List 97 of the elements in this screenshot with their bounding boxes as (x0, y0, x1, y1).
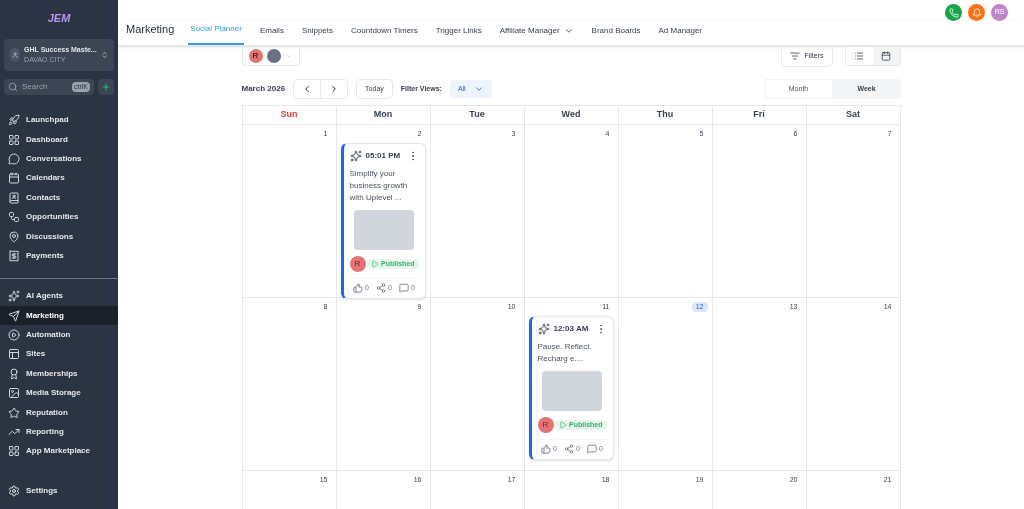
nav-label: Memberships (26, 367, 78, 380)
chat-icon (8, 152, 20, 165)
play-circle-icon (8, 329, 20, 342)
list-icon (854, 51, 864, 62)
receipt-icon (8, 249, 20, 262)
nav-label: Media Storage (26, 387, 81, 400)
nav-item[interactable]: Discussions (0, 226, 118, 247)
notifications-button[interactable] (968, 4, 985, 21)
nav-tab[interactable]: Affiliate Manager (497, 25, 576, 45)
weekday-header: Tue (430, 106, 525, 125)
nav-label: Calendars (26, 172, 65, 185)
nav-item[interactable]: Reputation (0, 402, 118, 423)
logo: JEM (47, 11, 71, 26)
nav-label: Marketing (26, 309, 64, 322)
nav-label: Sites (26, 348, 46, 361)
weekday-header: Sun (242, 106, 337, 125)
nav-item[interactable]: Sites (0, 344, 118, 365)
user-icon (10, 47, 21, 62)
nav-tab[interactable]: Ad Manager (656, 25, 705, 45)
nav-tab[interactable]: Trigger Links (433, 25, 484, 45)
caret-icon (563, 26, 574, 36)
nav-item[interactable]: Media Storage (0, 383, 118, 403)
settings-icon (8, 485, 20, 497)
post-text: Pause. Reflect. Recharg e.... (537, 341, 593, 365)
post-text: Simplify your business growth with Uplevel ... (349, 168, 409, 204)
nav-tab[interactable]: Snippets (299, 25, 336, 45)
nav-label: Contacts (26, 191, 61, 204)
pin-icon (8, 230, 20, 243)
nav-tab[interactable]: Countdown Timers (349, 25, 420, 45)
nav-label: Reporting (26, 426, 64, 439)
account-selector[interactable]: R (241, 46, 300, 66)
nav-item[interactable]: Payments (0, 246, 118, 266)
nav-item[interactable]: Contacts (0, 188, 118, 208)
add-button[interactable] (98, 78, 114, 95)
grid-icon (8, 133, 20, 146)
weekday-header: Fri (712, 106, 807, 125)
nav-item[interactable]: AI Agents (0, 286, 118, 306)
photo-placeholder (542, 371, 602, 411)
weekday-header: Sat (806, 106, 901, 125)
nav-item[interactable]: Marketing (0, 306, 118, 326)
star-icon (8, 406, 20, 419)
nav-label: Settings (26, 485, 58, 497)
nav-label: Discussions (26, 230, 74, 243)
weekday-header: Mon (336, 106, 431, 125)
filter-icon (790, 51, 801, 62)
nav-item[interactable]: Settings (0, 485, 118, 497)
sparkles-icon (349, 150, 362, 162)
nav-label: App Marketplace (26, 445, 91, 458)
calendar-icon (881, 51, 891, 62)
post-time: 12:03 AM (553, 323, 589, 335)
award-icon (8, 367, 20, 380)
rocket-icon (8, 114, 20, 127)
layout-icon (8, 348, 20, 361)
nav-label: Conversations (26, 152, 82, 165)
author-avatar: R (349, 256, 366, 272)
nav-item[interactable]: Reporting (0, 422, 118, 442)
search-field[interactable]: Search (22, 80, 66, 93)
post-time: 05:01 PM (365, 150, 401, 162)
nav-item[interactable]: Conversations (0, 149, 118, 169)
nav-label: Automation (26, 329, 71, 342)
send-icon (8, 309, 20, 322)
phone-button[interactable] (945, 4, 962, 21)
account-avatar (266, 48, 281, 63)
calendar-view-button[interactable] (872, 47, 900, 66)
weekday-header: Wed (524, 106, 619, 125)
sparkles-icon (8, 290, 20, 303)
nav-item[interactable]: Opportunities (0, 207, 118, 227)
nav-label: Dashboard (26, 133, 68, 146)
phone-icon (948, 7, 959, 18)
calendar-icon (8, 172, 20, 185)
workflow-icon (8, 211, 20, 224)
nav-item[interactable]: Calendars (0, 168, 118, 189)
nav-item[interactable]: Memberships (0, 364, 118, 384)
grid-icon (8, 445, 20, 458)
page-title: Marketing (126, 21, 175, 37)
image-icon (8, 387, 20, 400)
nav-label: Launchpad (26, 114, 69, 127)
month-label: March 2026 (241, 82, 286, 95)
nav-label: Payments (26, 249, 64, 262)
nav-item[interactable]: App Marketplace (0, 441, 118, 462)
nav-tab[interactable]: Emails (257, 25, 286, 45)
author-avatar: R (537, 417, 554, 433)
nav-label: AI Agents (26, 290, 64, 303)
sparkles-icon (537, 323, 550, 335)
weekday-header: Thu (618, 106, 713, 125)
search-icon (8, 81, 18, 92)
bell-icon (971, 7, 982, 18)
nav-item[interactable]: Automation (0, 325, 118, 345)
nav-label: Opportunities (26, 211, 79, 224)
account-avatar: R (248, 48, 263, 63)
contacts-icon (8, 191, 20, 204)
nav-label: Reputation (26, 406, 68, 419)
nav-tab[interactable]: Brand Boards (589, 25, 643, 45)
nav-item[interactable]: Dashboard (0, 129, 118, 150)
photo-placeholder (354, 210, 414, 250)
nav-item[interactable]: Launchpad (0, 110, 118, 130)
plus-icon (101, 81, 111, 92)
